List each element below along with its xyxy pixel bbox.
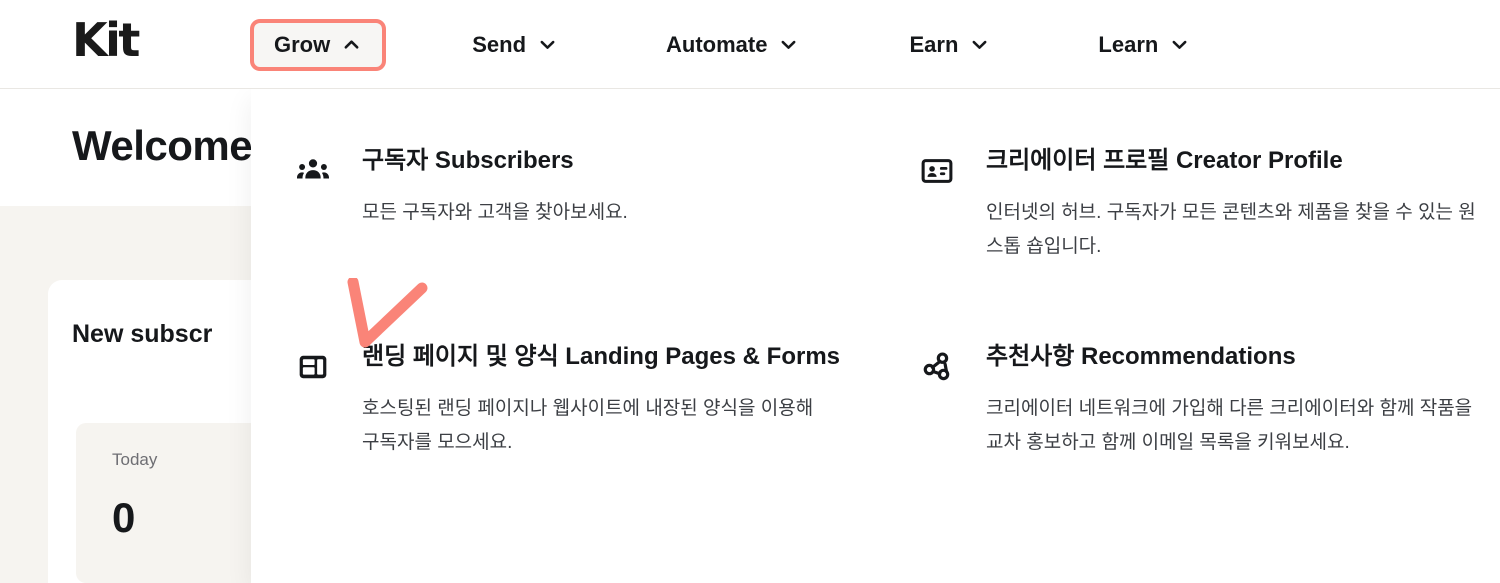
page-title: Welcome	[72, 122, 253, 169]
new-subscribers-card-title: New subscr	[72, 320, 213, 348]
chevron-down-icon	[969, 34, 990, 55]
kit-wordmark-logo[interactable]: Kit	[72, 17, 140, 63]
menu-item-description: 호스팅된 랜딩 페이지나 웹사이트에 내장된 양식을 이용해 구독자를 모으세요…	[362, 398, 814, 453]
chevron-down-icon	[1169, 34, 1190, 55]
chevron-down-icon	[778, 34, 799, 55]
menu-item-description: 인터넷의 허브. 구독자가 모든 콘텐츠와 제품을 찾을 수 있는 원스톱 숍입…	[986, 202, 1476, 257]
menu-item-description: 크리에이터 네트워크에 가입해 다른 크리에이터와 함께 작품을 교차 홍보하고…	[986, 398, 1473, 453]
users-group-icon	[296, 154, 330, 188]
nav-item-label: Automate	[666, 31, 768, 57]
nav-item-grow[interactable]: Grow	[250, 18, 387, 71]
menu-item-title: 랜딩 페이지 및 양식 Landing Pages & Forms	[362, 343, 841, 370]
menu-item-creator-profile[interactable]: 크리에이터 프로필 Creator Profile 인터넷의 허브. 구독자가 …	[920, 146, 1480, 264]
top-navigation-bar: Kit Grow Send Automate Earn Learn	[0, 0, 1500, 89]
nav-item-automate[interactable]: Automate	[642, 19, 823, 71]
menu-item-body: 랜딩 페이지 및 양식 Landing Pages & Forms 호스팅된 랜…	[362, 342, 906, 460]
nav-item-send[interactable]: Send	[448, 19, 582, 71]
nav-item-label: Learn	[1098, 31, 1159, 57]
menu-item-landing-pages-and-forms[interactable]: 랜딩 페이지 및 양식 Landing Pages & Forms 호스팅된 랜…	[296, 342, 906, 460]
nav-item-earn[interactable]: Earn	[885, 19, 1014, 71]
menu-item-title: 구독자 Subscribers	[362, 147, 574, 174]
layout-template-icon	[296, 350, 330, 384]
stat-label-today: Today	[112, 450, 158, 469]
nav-item-label: Earn	[909, 31, 959, 57]
menu-item-description: 모든 구독자와 고객을 찾아보세요.	[362, 202, 628, 223]
network-share-icon	[920, 350, 954, 384]
menu-item-body: 추천사항 Recommendations 크리에이터 네트워크에 가입해 다른 …	[986, 342, 1480, 460]
stat-value-today: 0	[112, 494, 136, 541]
grow-dropdown-grid: 구독자 Subscribers 모든 구독자와 고객을 찾아보세요. 크리에이터…	[251, 89, 1500, 583]
menu-item-body: 구독자 Subscribers 모든 구독자와 고객을 찾아보세요.	[362, 146, 906, 230]
menu-item-recommendations[interactable]: 추천사항 Recommendations 크리에이터 네트워크에 가입해 다른 …	[920, 342, 1480, 460]
chevron-up-icon	[341, 34, 362, 55]
app-root: Welcome New subscr Today 0 구독자 Subscribe…	[0, 0, 1500, 583]
menu-item-body: 크리에이터 프로필 Creator Profile 인터넷의 허브. 구독자가 …	[986, 146, 1480, 264]
chevron-down-icon	[537, 34, 558, 55]
nav-item-label: Send	[472, 31, 527, 57]
menu-item-subscribers[interactable]: 구독자 Subscribers 모든 구독자와 고객을 찾아보세요.	[296, 146, 906, 230]
id-card-icon	[920, 154, 954, 188]
menu-item-title: 추천사항 Recommendations	[986, 343, 1296, 370]
nav-item-label: Grow	[274, 31, 331, 57]
nav-item-learn[interactable]: Learn	[1074, 19, 1214, 71]
grow-dropdown-panel: 구독자 Subscribers 모든 구독자와 고객을 찾아보세요. 크리에이터…	[251, 89, 1500, 583]
menu-item-title: 크리에이터 프로필 Creator Profile	[986, 147, 1343, 174]
primary-nav: Grow Send Automate Earn Learn	[250, 0, 1214, 89]
